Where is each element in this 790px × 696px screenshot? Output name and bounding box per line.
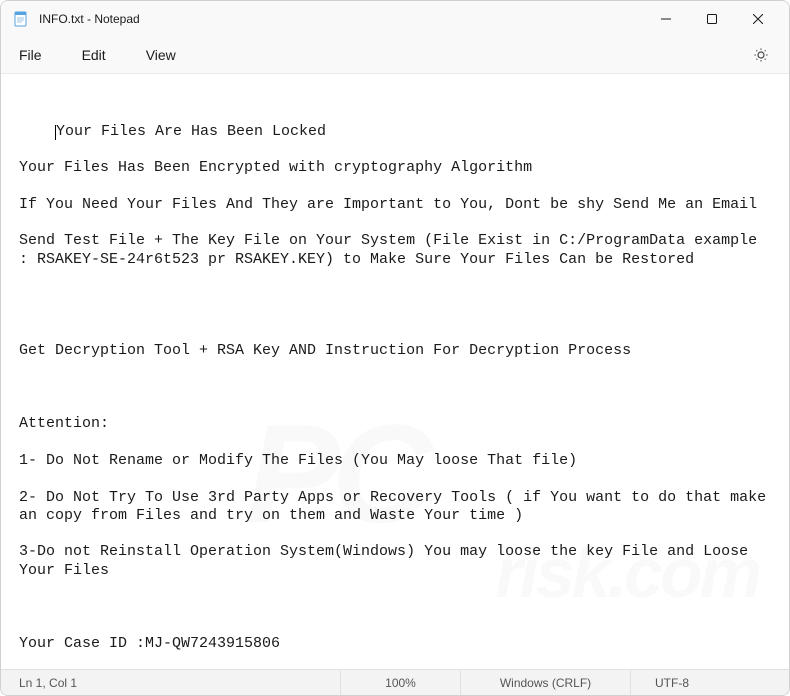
text-editor[interactable]: PCrisk.com Your Files Are Has Been Locke… bbox=[1, 73, 789, 669]
status-zoom[interactable]: 100% bbox=[341, 670, 461, 695]
status-cursor-position: Ln 1, Col 1 bbox=[1, 670, 341, 695]
status-encoding: UTF-8 bbox=[631, 670, 789, 695]
document-body: Your Files Are Has Been Locked Your File… bbox=[19, 123, 775, 669]
window-controls bbox=[643, 3, 781, 35]
titlebar: INFO.txt - Notepad bbox=[1, 1, 789, 37]
statusbar: Ln 1, Col 1 100% Windows (CRLF) UTF-8 bbox=[1, 669, 789, 695]
maximize-button[interactable] bbox=[689, 3, 735, 35]
notepad-window: INFO.txt - Notepad File Edit View bbox=[0, 0, 790, 696]
notepad-icon bbox=[13, 11, 29, 27]
menu-view[interactable]: View bbox=[140, 43, 182, 67]
minimize-button[interactable] bbox=[643, 3, 689, 35]
menubar: File Edit View bbox=[1, 37, 789, 73]
gear-icon bbox=[753, 47, 769, 63]
status-line-ending: Windows (CRLF) bbox=[461, 670, 631, 695]
close-button[interactable] bbox=[735, 3, 781, 35]
settings-button[interactable] bbox=[745, 39, 777, 71]
window-title: INFO.txt - Notepad bbox=[39, 12, 643, 26]
menu-file[interactable]: File bbox=[13, 43, 48, 67]
menu-edit[interactable]: Edit bbox=[76, 43, 112, 67]
watermark: PCrisk.com bbox=[61, 274, 759, 669]
